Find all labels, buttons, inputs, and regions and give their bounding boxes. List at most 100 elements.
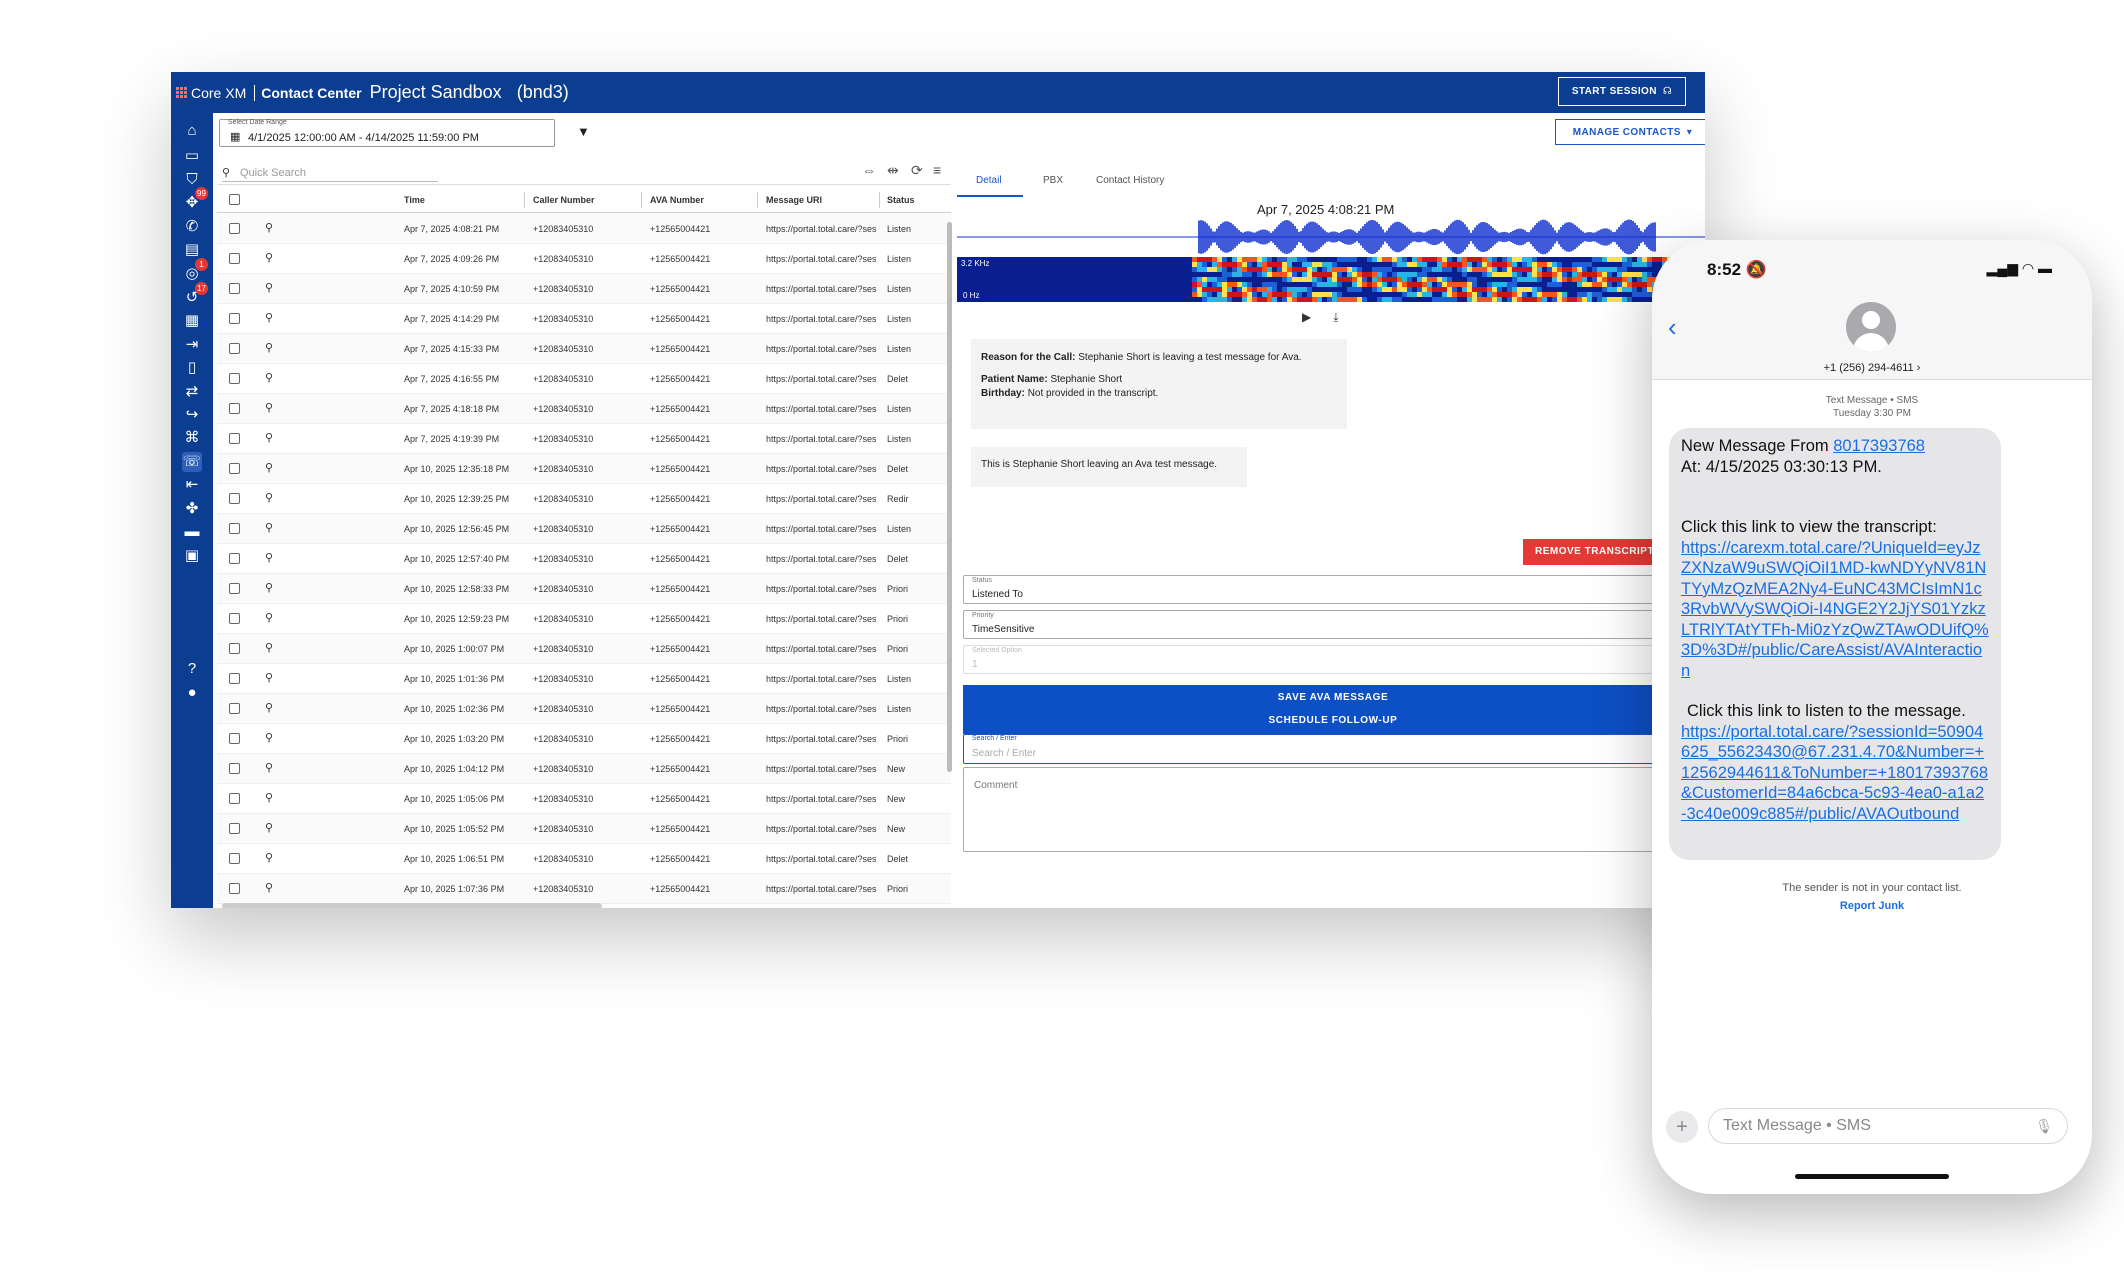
magnify-icon[interactable]: ⚲ [265, 731, 273, 744]
refresh-icon[interactable]: ⟳ [911, 162, 923, 179]
row-checkbox[interactable] [229, 313, 240, 324]
row-checkbox[interactable] [229, 613, 240, 624]
table-row[interactable]: ⚲ Apr 10, 2025 12:35:18 PM +12083405310 +12… [217, 454, 951, 484]
cell-message-url[interactable]: https://portal.total.care/?sessionI [766, 584, 876, 594]
row-checkbox[interactable] [229, 763, 240, 774]
table-row[interactable]: ⚲ Apr 10, 2025 1:06:51 PM +12083405310 +125… [217, 844, 951, 874]
folder-icon[interactable]: ▭ [182, 146, 202, 166]
row-checkbox[interactable] [229, 853, 240, 864]
tab-detail[interactable]: Detail [976, 175, 1002, 186]
cell-message-url[interactable]: https://portal.total.care/?sessionI [766, 434, 876, 444]
row-checkbox[interactable] [229, 703, 240, 714]
row-checkbox[interactable] [229, 583, 240, 594]
back-chevron-icon[interactable]: ‹ [1668, 312, 1677, 343]
cell-message-url[interactable]: https://portal.total.care/?sessionI [766, 824, 876, 834]
column-header-status[interactable]: Status [887, 195, 915, 205]
row-checkbox[interactable] [229, 373, 240, 384]
row-checkbox[interactable] [229, 553, 240, 564]
row-checkbox[interactable] [229, 883, 240, 894]
hub-icon[interactable]: ✥ 99 [182, 187, 208, 213]
cell-message-url[interactable]: https://portal.total.care/?sessionI [766, 854, 876, 864]
call-forward-icon[interactable]: ↪ [182, 405, 202, 425]
magnify-icon[interactable]: ⚲ [265, 341, 273, 354]
manage-contacts-button[interactable]: MANAGE CONTACTS ▾ [1555, 119, 1705, 145]
row-checkbox[interactable] [229, 733, 240, 744]
cell-message-url[interactable]: https://portal.total.care/?sessionI [766, 644, 876, 654]
magnify-icon[interactable]: ⚲ [265, 851, 273, 864]
contact-card-icon[interactable]: ▦ [182, 311, 202, 331]
cell-message-url[interactable]: https://portal.total.care/?sessionI [766, 284, 876, 294]
magnify-icon[interactable]: ⚲ [265, 281, 273, 294]
table-row[interactable]: ⚲ Apr 10, 2025 1:02:36 PM +12083405310 +125… [217, 694, 951, 724]
row-checkbox[interactable] [229, 253, 240, 264]
magnify-icon[interactable]: ⚲ [265, 221, 273, 234]
user-icon[interactable]: ● [182, 683, 202, 703]
feedback-icon[interactable]: ▣ [182, 546, 202, 566]
home-icon[interactable]: ⌂ [182, 121, 202, 141]
table-row[interactable]: ⚲ Apr 10, 2025 12:39:25 PM +12083405310 +12… [217, 484, 951, 514]
listen-link[interactable]: https://portal.total.care/?sessionId=509… [1681, 723, 1988, 823]
contact-number[interactable]: +1 (256) 294-4611 › [1652, 362, 2092, 374]
table-row[interactable]: ⚲ Apr 10, 2025 1:07:36 PM +12083405310 +125… [217, 874, 951, 904]
magnify-icon[interactable]: ⚲ [265, 401, 273, 414]
filter-icon[interactable]: ▼ [577, 124, 590, 139]
table-row[interactable]: ⚲ Apr 10, 2025 1:03:20 PM +12083405310 +125… [217, 724, 951, 754]
status-field[interactable]: Status Listened To [963, 575, 1703, 604]
command-icon[interactable]: ⌘ [182, 428, 202, 448]
magnify-icon[interactable]: ⚲ [265, 251, 273, 264]
table-row[interactable]: ⚲ Apr 7, 2025 4:08:21 PM +12083405310 +1256… [217, 214, 951, 244]
table-row[interactable]: ⚲ Apr 10, 2025 12:56:45 PM +12083405310 +12… [217, 514, 951, 544]
magnify-icon[interactable]: ⚲ [265, 521, 273, 534]
cell-message-url[interactable]: https://portal.total.care/?sessionI [766, 734, 876, 744]
cell-message-url[interactable]: https://portal.total.care/?sessionI [766, 674, 876, 684]
magnify-icon[interactable]: ⚲ [265, 791, 273, 804]
table-row[interactable]: ⚲ Apr 7, 2025 4:19:39 PM +12083405310 +1256… [217, 424, 951, 454]
magnify-icon[interactable]: ⚲ [265, 881, 273, 894]
inbox-icon[interactable]: ▬ [182, 522, 202, 542]
magnify-icon[interactable]: ⚲ [265, 431, 273, 444]
row-checkbox[interactable] [229, 643, 240, 654]
cell-message-url[interactable]: https://portal.total.care/?sessionI [766, 884, 876, 894]
table-row[interactable]: ⚲ Apr 7, 2025 4:16:55 PM +12083405310 +1256… [217, 364, 951, 394]
report-junk-link[interactable]: Report Junk [1652, 900, 2092, 912]
expand-columns-icon[interactable]: ⇔ [862, 162, 876, 178]
schedule-follow-up-button[interactable]: SCHEDULE FOLLOW-UP [963, 708, 1703, 734]
start-session-button[interactable]: START SESSION ☊ [1558, 77, 1686, 106]
message-input[interactable]: Text Message • SMS 🎙 [1708, 1108, 2068, 1144]
download-icon[interactable]: ⤓ [1333, 310, 1338, 325]
cell-message-url[interactable]: https://portal.total.care/?sessionI [766, 374, 876, 384]
exit-icon[interactable]: ⇤ [182, 475, 202, 495]
team-icon[interactable]: ✤ [182, 499, 202, 519]
row-checkbox[interactable] [229, 793, 240, 804]
search-enter-input[interactable]: Search / Enter Search / Enter [963, 734, 1703, 764]
mobile-icon[interactable]: ▯ [182, 358, 202, 378]
help-icon[interactable]: ? [182, 659, 202, 679]
column-header-caller-number[interactable]: Caller Number [533, 195, 595, 205]
tab-pbx[interactable]: PBX [1043, 175, 1063, 186]
chat-icon[interactable]: ▤ [182, 240, 202, 260]
cell-message-url[interactable]: https://portal.total.care/?sessionI [766, 404, 876, 414]
cell-message-url[interactable]: https://portal.total.care/?sessionI [766, 494, 876, 504]
sender-number-link[interactable]: 8017393768 [1833, 437, 1925, 455]
column-header-ava-number[interactable]: AVA Number [650, 195, 704, 205]
table-row[interactable]: ⚲ Apr 10, 2025 12:58:33 PM +12083405310 +12… [217, 574, 951, 604]
magnify-icon[interactable]: ⚲ [265, 761, 273, 774]
row-checkbox[interactable] [229, 433, 240, 444]
contact-avatar[interactable] [1846, 302, 1896, 352]
table-row[interactable]: ⚲ Apr 10, 2025 1:00:07 PM +12083405310 +125… [217, 634, 951, 664]
transcript-link[interactable]: https://carexm.total.care/?UniqueId=eyJz… [1681, 539, 1989, 680]
magnify-icon[interactable]: ⚲ [265, 551, 273, 564]
row-checkbox[interactable] [229, 523, 240, 534]
magnify-icon[interactable]: ⚲ [265, 821, 273, 834]
table-row[interactable]: ⚲ Apr 10, 2025 1:04:12 PM +12083405310 +125… [217, 754, 951, 784]
cell-message-url[interactable]: https://portal.total.care/?sessionI [766, 224, 876, 234]
logout-icon[interactable]: ⇥ [182, 335, 202, 355]
table-row[interactable]: ⚲ Apr 7, 2025 4:15:33 PM +12083405310 +1256… [217, 334, 951, 364]
audio-waveform[interactable] [957, 219, 1705, 255]
fit-columns-icon[interactable]: ⇹ [887, 162, 899, 179]
quick-search-input[interactable]: ⚲ Quick Search [222, 165, 438, 182]
row-checkbox[interactable] [229, 223, 240, 234]
table-row[interactable]: ⚲ Apr 10, 2025 1:05:52 PM +12083405310 +125… [217, 814, 951, 844]
cell-message-url[interactable]: https://portal.total.care/?sessionI [766, 314, 876, 324]
row-checkbox[interactable] [229, 493, 240, 504]
